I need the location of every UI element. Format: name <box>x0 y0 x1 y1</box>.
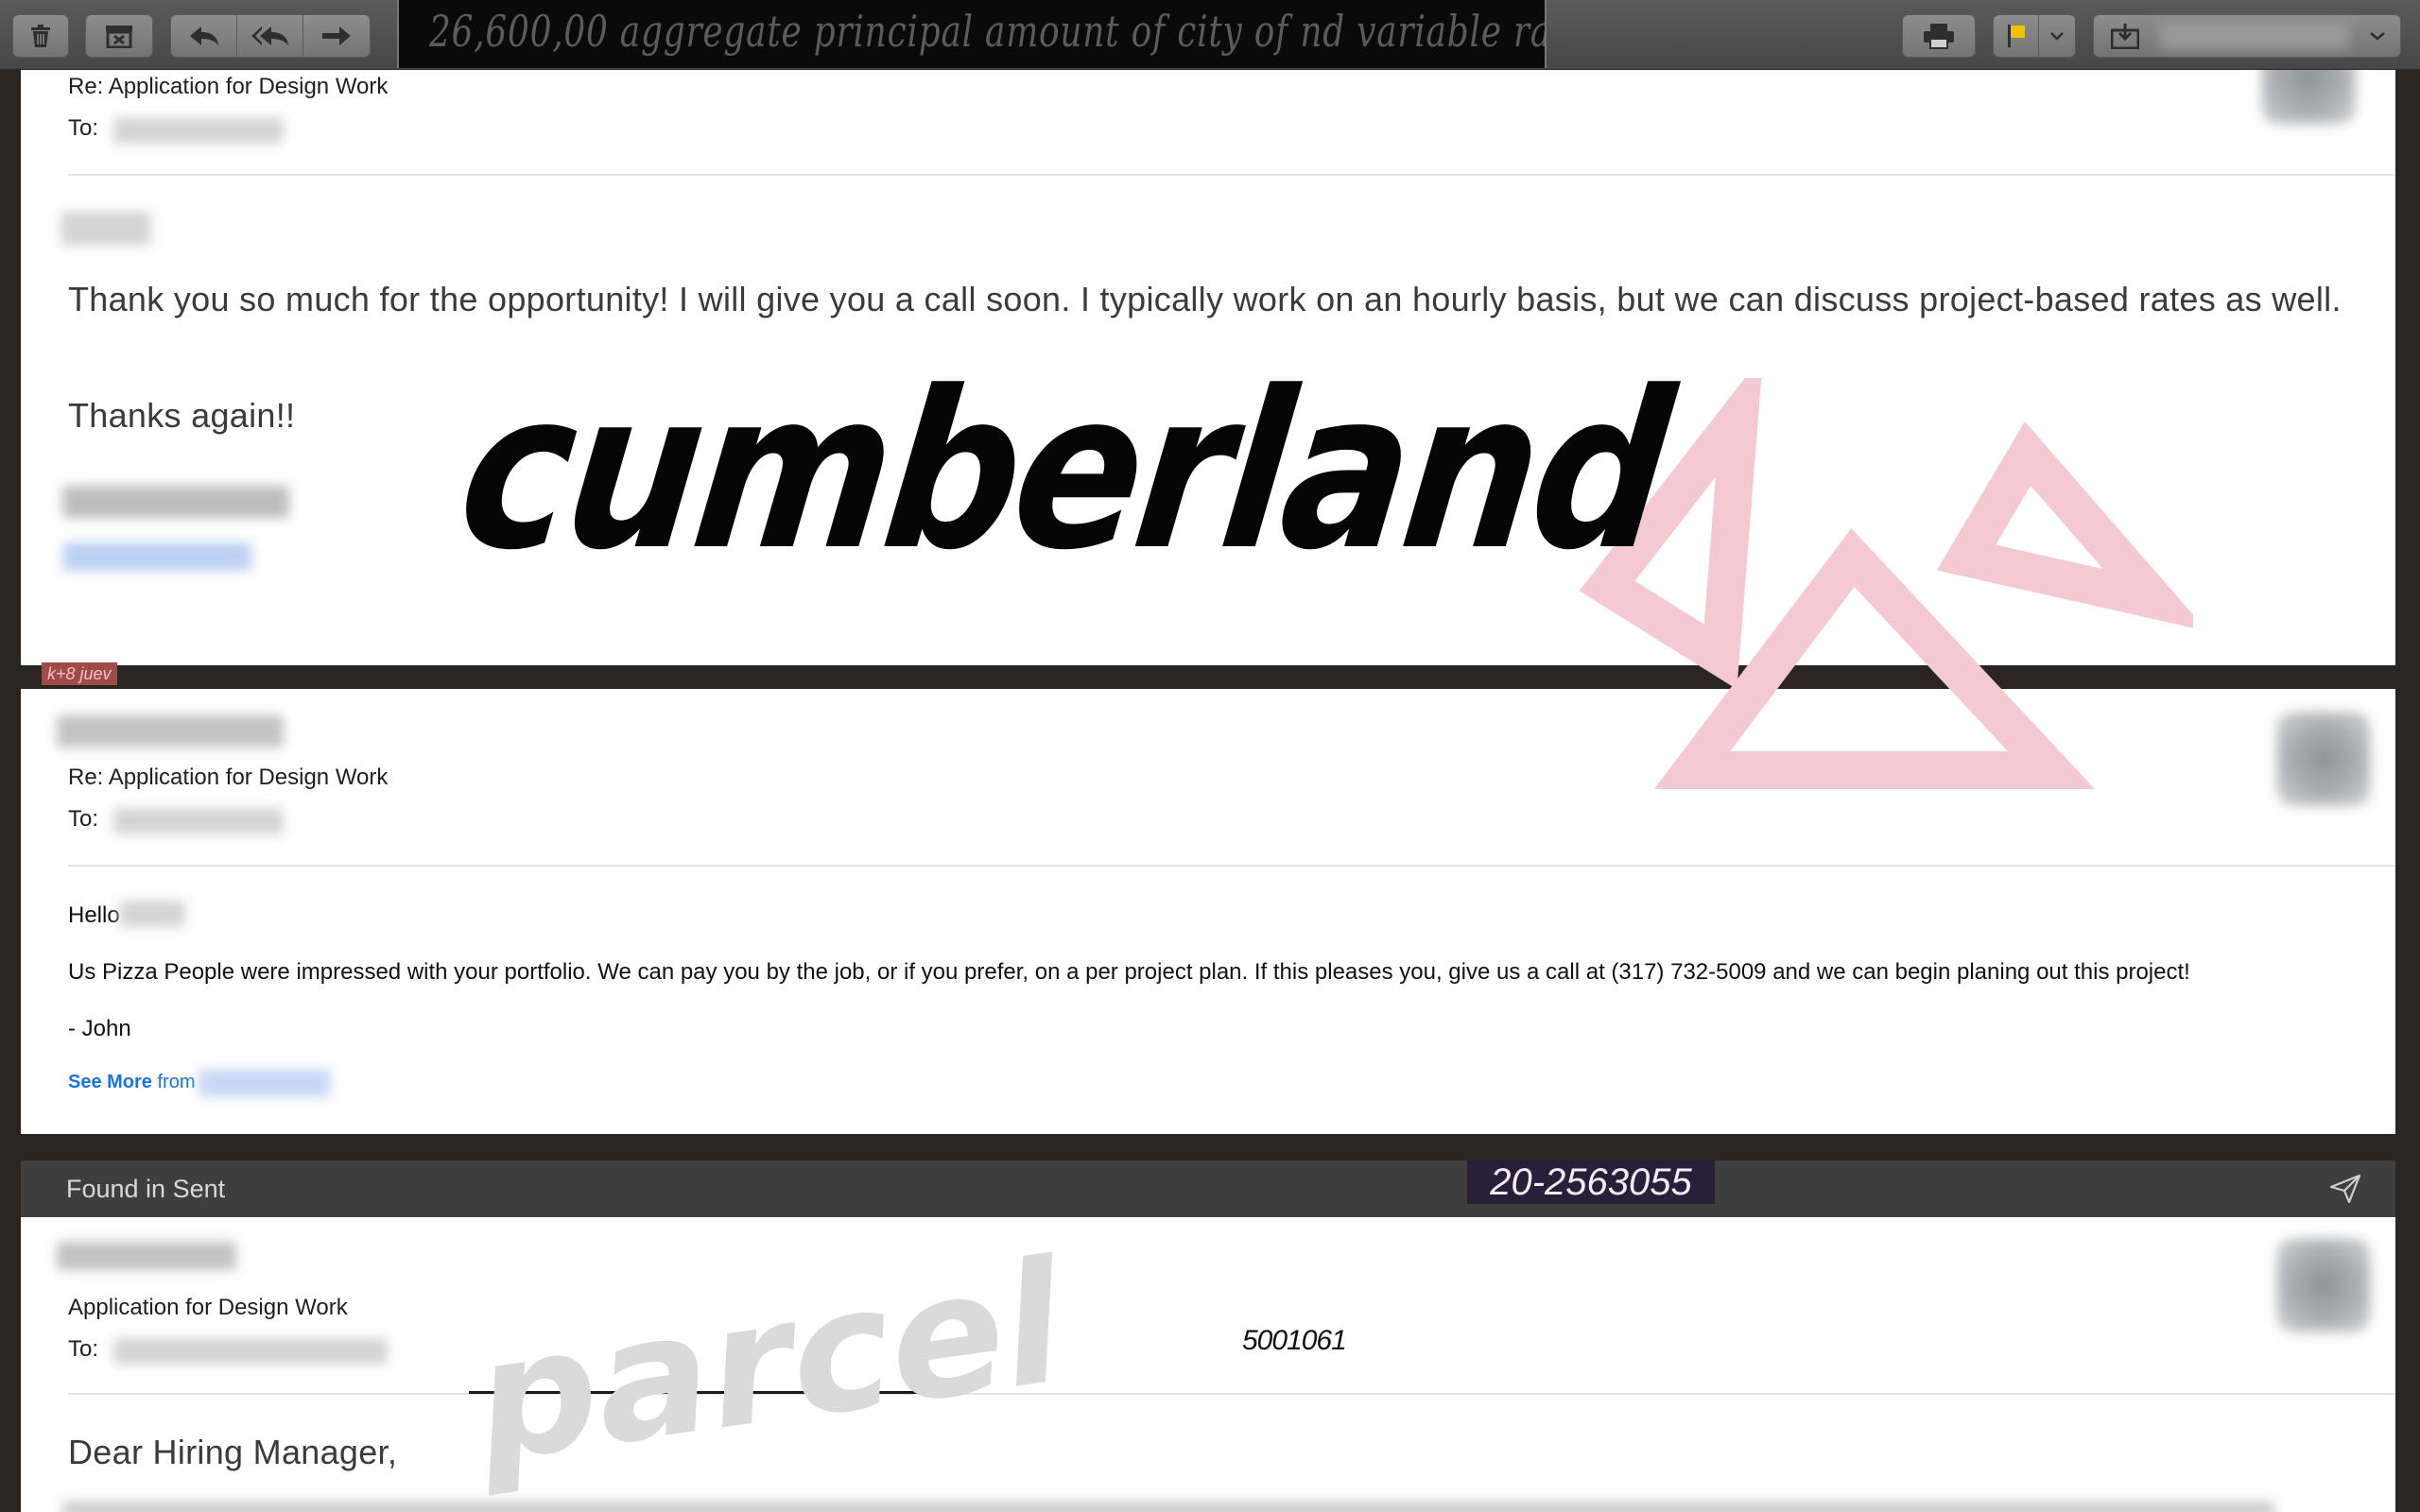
small-overlay-label: k+8 juev <box>42 662 117 685</box>
archive-button[interactable] <box>85 14 153 58</box>
move-to-mailbox-button[interactable] <box>2093 14 2401 58</box>
found-in-sent-bar: Found in Sent <box>21 1160 2395 1217</box>
trash-icon <box>31 25 50 47</box>
see-more-link[interactable]: See More from <box>68 1072 196 1093</box>
printer-icon <box>1924 24 1954 49</box>
signature-name <box>62 486 289 518</box>
flag-group <box>1993 14 2076 58</box>
signoff: - John <box>68 1016 131 1041</box>
sender-address-link[interactable] <box>199 1069 331 1097</box>
message-card-2[interactable]: Re: Application for Design Work To: Hell… <box>21 689 2395 1134</box>
flag-button[interactable] <box>1994 15 2039 57</box>
reply-all-button[interactable] <box>237 15 303 57</box>
move-to-mailbox-icon <box>2111 24 2139 49</box>
chevron-down-icon <box>2370 32 2385 41</box>
reply-icon <box>189 26 218 45</box>
message-subject: Re: Application for Design Work <box>68 765 389 790</box>
flag-menu-button[interactable] <box>2039 15 2075 57</box>
header-divider <box>68 1393 2395 1395</box>
body-paragraph: Thank you so much for the opportunity! I… <box>68 280 2342 318</box>
reply-all-icon <box>251 26 288 45</box>
recipient-address <box>113 1338 388 1365</box>
forward-arrow-icon <box>322 26 351 45</box>
avatar <box>2261 70 2356 125</box>
message-card-3[interactable]: Application for Design Work To: Dear Hir… <box>21 1217 2395 1512</box>
sender-name <box>57 1242 236 1270</box>
print-button[interactable] <box>1902 14 1976 58</box>
forward-button[interactable] <box>303 15 370 57</box>
reply-forward-group <box>170 14 371 58</box>
sent-paper-plane-icon <box>2329 1174 2361 1204</box>
signature-link[interactable] <box>62 542 251 571</box>
avatar <box>2276 712 2371 806</box>
salutation-name <box>60 212 151 246</box>
header-divider <box>68 174 2395 176</box>
to-label: To: <box>68 1336 99 1362</box>
archive-icon <box>106 26 132 48</box>
body-paragraph-preview <box>62 1501 2274 1512</box>
see-more-from: from <box>157 1072 196 1092</box>
body-paragraph: Thanks again!! <box>68 396 296 435</box>
avatar <box>2276 1238 2371 1332</box>
body-paragraph: Us Pizza People were impressed with your… <box>68 959 2190 985</box>
message-subject: Application for Design Work <box>68 1295 348 1320</box>
chevron-down-icon <box>2050 32 2064 41</box>
header-divider <box>68 865 2395 867</box>
mailbox-name <box>2160 23 2349 49</box>
subject-banner: 26,600,00 aggregate principal amount of … <box>397 0 1547 68</box>
message-subject: Re: Application for Design Work <box>68 74 389 99</box>
toolbar: 26,600,00 aggregate principal amount of … <box>0 0 2420 70</box>
reply-button[interactable] <box>171 15 237 57</box>
recipient-address <box>113 117 284 144</box>
see-more-label: See More <box>68 1072 152 1092</box>
sender-name <box>57 715 284 747</box>
greeting: Dear Hiring Manager, <box>68 1433 398 1471</box>
found-in-label: Found in Sent <box>66 1175 226 1203</box>
greeting: Hello <box>68 902 120 928</box>
to-label: To: <box>68 115 99 141</box>
recipient-address <box>113 808 284 834</box>
delete-button[interactable] <box>12 14 69 58</box>
message-card-1[interactable]: Re: Application for Design Work To: Than… <box>21 70 2395 665</box>
flag-icon <box>2007 25 2025 47</box>
recipient-name <box>119 901 185 927</box>
to-label: To: <box>68 806 99 832</box>
subject-banner-text: 26,600,00 aggregate principal amount of … <box>429 6 1545 57</box>
